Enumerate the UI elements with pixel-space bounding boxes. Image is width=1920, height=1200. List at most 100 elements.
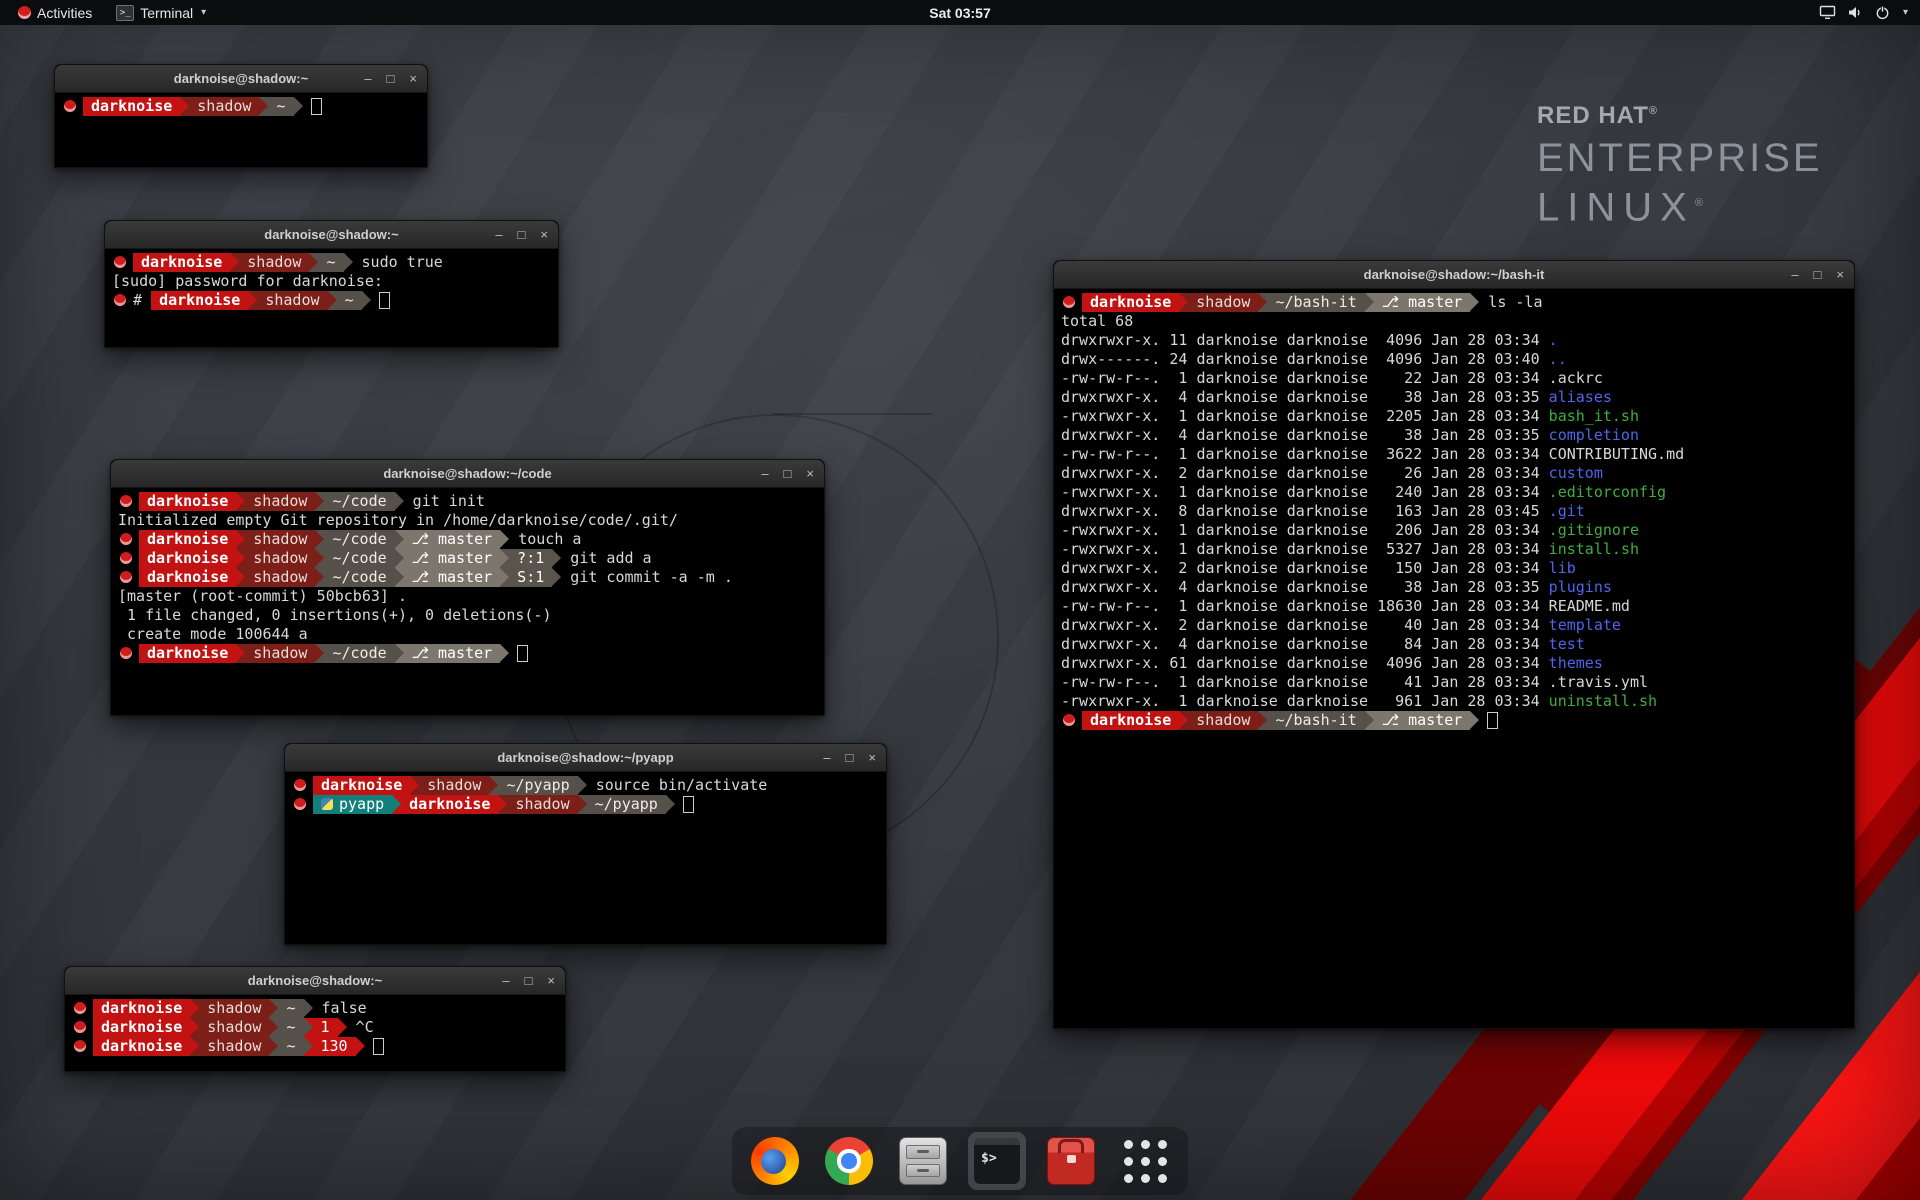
terminal-line: pyappdarknoiseshadow~/pyapp (292, 795, 879, 814)
window-titlebar[interactable]: darknoise@shadow:~ – □ × (105, 221, 558, 249)
terminal-line: drwxrwxr-x. 2 darknoise darknoise 40 Jan… (1061, 616, 1847, 635)
prompt-segment-path: ~ (318, 253, 343, 272)
redhat-prompt-icon (64, 100, 76, 112)
prompt-segment-host: shadow (199, 1018, 269, 1037)
redhat-prompt-icon (120, 533, 132, 545)
terminal-line: -rwxrwxr-x. 1 darknoise darknoise 240 Ja… (1061, 483, 1847, 502)
powerline-arrow (315, 549, 324, 568)
powerline-arrow (236, 492, 245, 511)
window-controls: – □ × (1791, 261, 1844, 288)
close-button[interactable]: × (806, 460, 814, 487)
prompt-segment-path: ~/code (324, 549, 394, 568)
firefox-icon (751, 1137, 799, 1185)
minimize-button[interactable]: – (495, 221, 502, 248)
terminal-line: create mode 100644 a (118, 625, 817, 644)
prompt-segment-git: ⎇ master (404, 568, 501, 587)
terminal-content[interactable]: darknoiseshadow~ falsedarknoiseshadow~1 … (65, 995, 565, 1071)
window-controls: – □ × (502, 967, 555, 994)
terminal-text: drwxrwxr-x. 4 darknoise darknoise 84 Jan… (1061, 635, 1549, 653)
status-area[interactable]: ▾ (1819, 5, 1920, 20)
file-name: .editorconfig (1549, 483, 1666, 501)
powerline-arrow-tip (1470, 711, 1479, 729)
terminal-content[interactable]: darknoiseshadow~/code git initInitialize… (111, 488, 824, 715)
powerline-arrow (395, 568, 404, 587)
prompt-segment-host: shadow (245, 492, 315, 511)
drawer (906, 1164, 940, 1178)
close-button[interactable]: × (540, 221, 548, 248)
powerline-arrow-tip (344, 253, 353, 271)
activities-button[interactable]: Activities (8, 0, 102, 25)
close-button[interactable]: × (409, 65, 417, 92)
powerline-arrow-tip (395, 530, 404, 548)
terminal-window: darknoise@shadow:~ – □ × darknoiseshadow… (104, 220, 559, 348)
maximize-button[interactable]: □ (784, 460, 792, 487)
redhat-prompt-icon (114, 294, 126, 306)
minimize-button[interactable]: – (502, 967, 509, 994)
window-titlebar[interactable]: darknoise@shadow:~/code – □ × (111, 460, 824, 488)
volume-icon (1847, 5, 1864, 20)
dock-item-terminal[interactable] (968, 1132, 1026, 1190)
minimize-button[interactable]: – (364, 65, 371, 92)
top-bar-left: Activities >_ Terminal ▾ (0, 0, 216, 25)
terminal-line: -rw-rw-r--. 1 darknoise darknoise 41 Jan… (1061, 673, 1847, 692)
window-titlebar[interactable]: darknoise@shadow:~/pyapp – □ × (285, 744, 886, 772)
redhat-prompt-icon (74, 1002, 86, 1014)
dock-item-show-applications[interactable] (1116, 1132, 1174, 1190)
maximize-button[interactable]: □ (387, 65, 395, 92)
maximize-button[interactable]: □ (1814, 261, 1822, 288)
prompt-segment-path: ~/code (324, 568, 394, 587)
terminal-window: darknoise@shadow:~/pyapp – □ × darknoise… (284, 743, 887, 945)
powerline-arrow-tip (190, 999, 199, 1017)
dock-item-chrome[interactable] (820, 1132, 878, 1190)
close-button[interactable]: × (547, 967, 555, 994)
close-button[interactable]: × (868, 744, 876, 771)
maximize-button[interactable]: □ (518, 221, 526, 248)
window-title: darknoise@shadow:~/code (111, 460, 824, 487)
file-name: themes (1549, 654, 1603, 672)
powerline-arrow (500, 568, 509, 587)
powerline-arrow (500, 530, 509, 549)
window-titlebar[interactable]: darknoise@shadow:~/bash-it – □ × (1054, 261, 1854, 289)
terminal-content[interactable]: darknoiseshadow~/pyapp source bin/activa… (285, 772, 886, 944)
terminal-text: ls -la (1479, 293, 1542, 311)
window-titlebar[interactable]: darknoise@shadow:~ – □ × (65, 967, 565, 995)
terminal-cursor (683, 796, 694, 813)
close-button[interactable]: × (1836, 261, 1844, 288)
minimize-button[interactable]: – (761, 460, 768, 487)
dock-item-files[interactable] (894, 1132, 952, 1190)
prompt-segment-path: ~ (278, 999, 303, 1018)
powerline-arrow (1258, 293, 1267, 312)
terminal-content[interactable]: darknoiseshadow~ (55, 93, 427, 167)
powerline-arrow (500, 549, 509, 568)
app-menu-terminal[interactable]: >_ Terminal ▾ (106, 0, 216, 25)
terminal-line: -rwxrwxr-x. 1 darknoise darknoise 5327 J… (1061, 540, 1847, 559)
terminal-content[interactable]: darknoiseshadow~/bash-it⎇ master ls -lat… (1054, 289, 1854, 1028)
minimize-button[interactable]: – (823, 744, 830, 771)
file-name: install.sh (1549, 540, 1639, 558)
dock-item-software[interactable] (1042, 1132, 1100, 1190)
powerline-arrow-tip (309, 253, 318, 271)
powerline-arrow-tip (395, 644, 404, 662)
maximize-button[interactable]: □ (525, 967, 533, 994)
window-controls: – □ × (364, 65, 417, 92)
powerline-arrow-tip (498, 795, 507, 813)
terminal-text: -rwxrwxr-x. 1 darknoise darknoise 961 Ja… (1061, 692, 1549, 710)
powerline-arrow-tip (395, 492, 404, 510)
dock-item-firefox[interactable] (746, 1132, 804, 1190)
powerline-arrow (236, 644, 245, 663)
redhat-prompt-icon (294, 779, 306, 791)
terminal-text: drwxrwxr-x. 2 darknoise darknoise 26 Jan… (1061, 464, 1549, 482)
chrome-icon (825, 1137, 873, 1185)
terminal-content[interactable]: darknoiseshadow~ sudo true[sudo] passwor… (105, 249, 558, 347)
window-titlebar[interactable]: darknoise@shadow:~ – □ × (55, 65, 427, 93)
terminal-window: darknoise@shadow:~ – □ × darknoiseshadow… (64, 966, 566, 1072)
redhat-prompt-icon (120, 647, 132, 659)
minimize-button[interactable]: – (1791, 261, 1798, 288)
terminal-line: drwxrwxr-x. 8 darknoise darknoise 163 Ja… (1061, 502, 1847, 521)
clock[interactable]: Sat 03:57 (0, 5, 1920, 21)
prompt-segment-venv: pyapp (313, 795, 392, 814)
maximize-button[interactable]: □ (846, 744, 854, 771)
prompt-segment-host: shadow (245, 549, 315, 568)
terminal-text: sudo true (353, 253, 443, 271)
prompt-segment-path: ~ (278, 1037, 303, 1056)
